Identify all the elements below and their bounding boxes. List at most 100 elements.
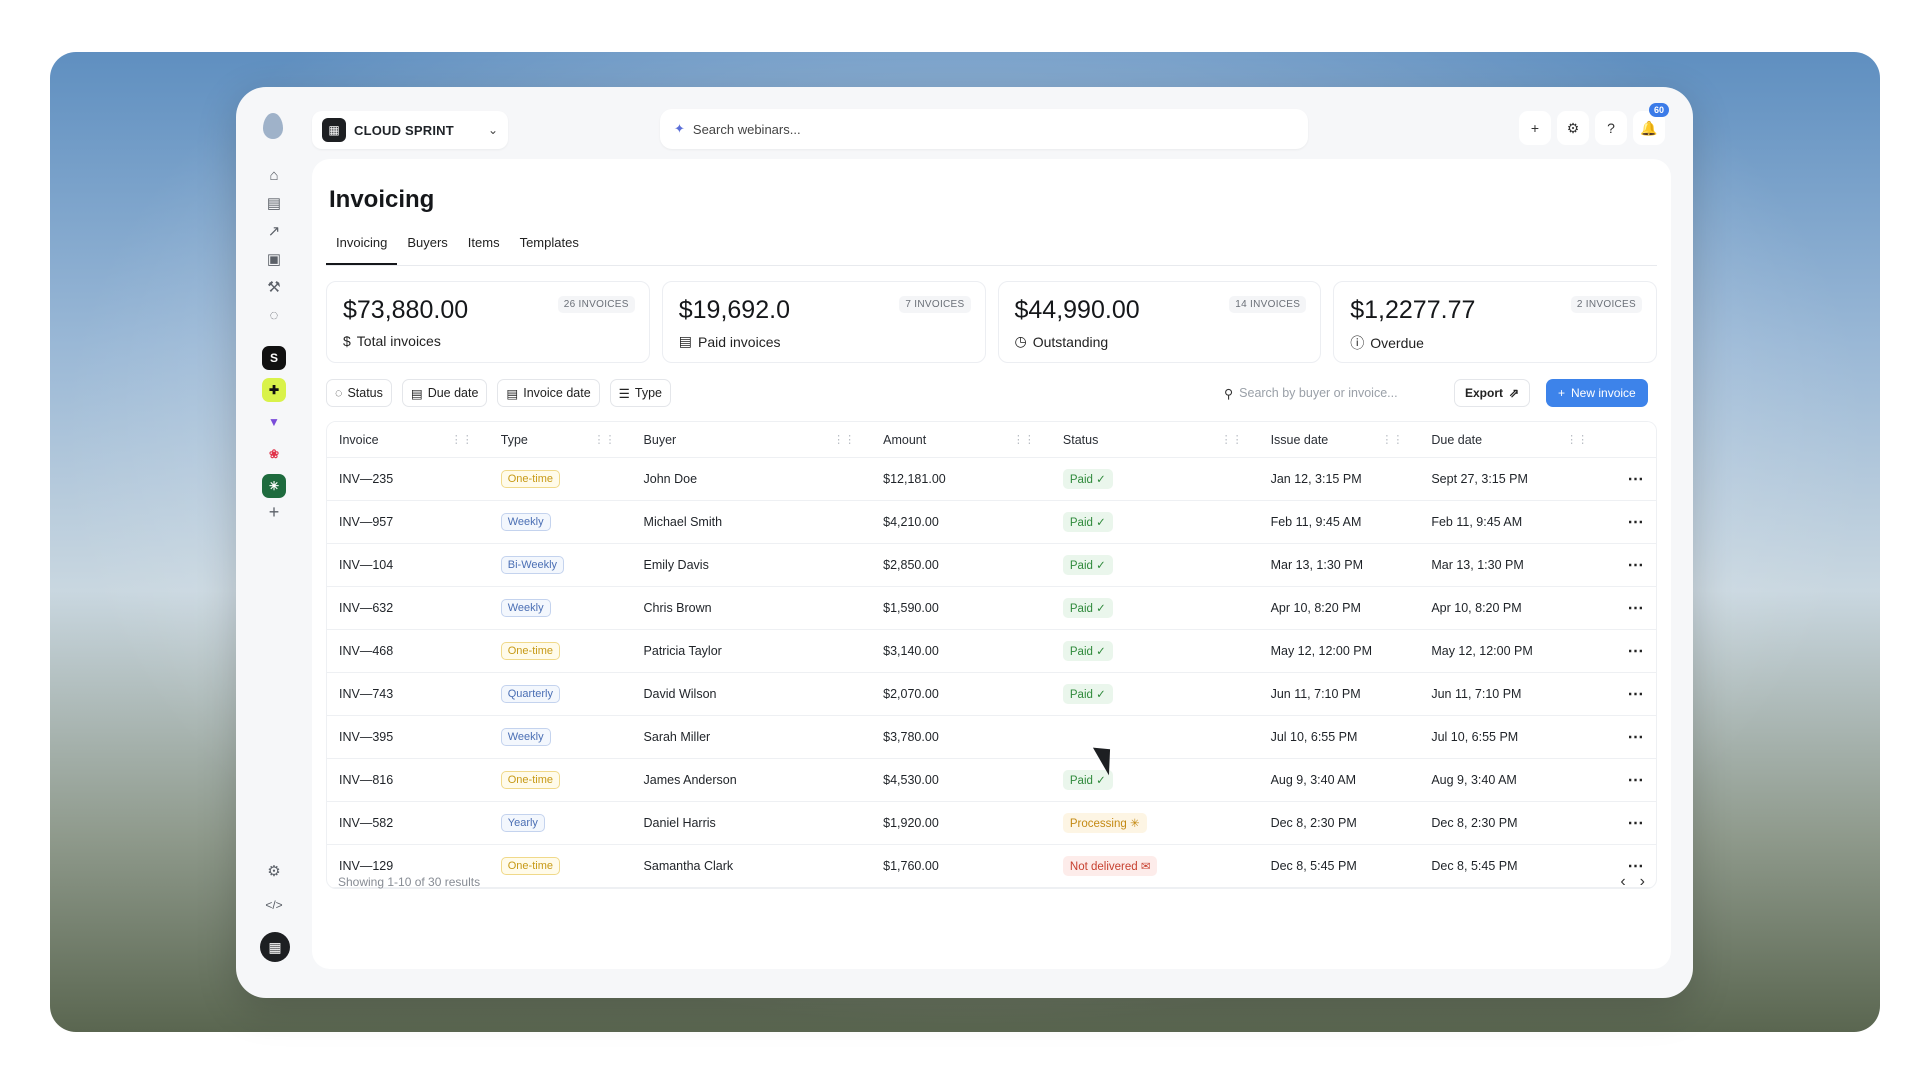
invoice-id: INV—235 — [339, 472, 394, 486]
stat-count: 26 INVOICES — [557, 296, 635, 313]
tab-items[interactable]: Items — [458, 229, 510, 265]
tab-templates[interactable]: Templates — [510, 229, 589, 265]
table-search-placeholder: Search by buyer or invoice... — [1239, 386, 1398, 400]
type-cell: Weekly — [489, 728, 632, 746]
table-row[interactable]: INV—632 Weekly Chris Brown $1,590.00 Pai… — [327, 587, 1656, 630]
home-icon[interactable]: ⌂ — [260, 161, 288, 189]
app-flower-icon[interactable]: ❀ — [262, 442, 286, 466]
arrow-up-right-icon[interactable]: ↗ — [260, 217, 288, 245]
table-row[interactable]: INV—395 Weekly Sarah Miller $3,780.00 Ju… — [327, 716, 1656, 759]
stat-card-paid[interactable]: $19,692.0 ▤ Paid invoices 7 INVOICES — [661, 281, 986, 363]
drag-handle-icon[interactable]: ⋮⋮ — [1566, 433, 1588, 446]
table-row[interactable]: INV—582 Yearly Daniel Harris $1,920.00 P… — [327, 802, 1656, 845]
column-header-issue-date[interactable]: Issue date ⋮⋮ — [1259, 433, 1420, 447]
workspace-selector[interactable]: ▦ CLOUD SPRINT ⌄ — [312, 111, 508, 149]
documents-icon[interactable]: ▤ — [260, 189, 288, 217]
table-row[interactable]: INV—235 One-time John Doe $12,181.00 Pai… — [327, 458, 1656, 501]
drag-handle-icon[interactable]: ⋮⋮ — [833, 433, 855, 446]
external-link-icon: ⇗ — [1509, 386, 1520, 400]
buyer-name: Patricia Taylor — [643, 644, 722, 658]
stat-label: Paid invoices — [697, 333, 781, 350]
column-header-invoice[interactable]: Invoice ⋮⋮ — [327, 433, 489, 447]
app-s-icon[interactable]: S — [262, 346, 286, 370]
issue-date: Jul 10, 6:55 PM — [1270, 730, 1358, 744]
previous-page-icon[interactable]: ‹ — [1620, 873, 1625, 891]
column-header-buyer[interactable]: Buyer ⋮⋮ — [632, 433, 872, 447]
add-button[interactable]: + — [1519, 111, 1551, 145]
row-menu-button[interactable]: ⋯ — [1604, 555, 1656, 575]
row-menu-button[interactable]: ⋯ — [1604, 641, 1656, 661]
invoice-id: INV—582 — [339, 816, 394, 830]
alert-icon: ⓘ — [1350, 335, 1365, 351]
sparkle-icon: ✦ — [674, 121, 685, 136]
tab-invoicing[interactable]: Invoicing — [326, 229, 398, 265]
column-header-status[interactable]: Status ⋮⋮ — [1051, 433, 1259, 447]
drag-handle-icon[interactable]: ⋮⋮ — [594, 433, 616, 446]
row-menu-button[interactable]: ⋯ — [1604, 813, 1656, 833]
loader-icon[interactable]: ◌ — [260, 301, 288, 329]
table-row[interactable]: INV—468 One-time Patricia Taylor $3,140.… — [327, 630, 1656, 673]
issue-date: Jan 12, 3:15 PM — [1270, 472, 1362, 486]
table-row[interactable]: INV—957 Weekly Michael Smith $4,210.00 P… — [327, 501, 1656, 544]
type-cell: One-time — [489, 771, 632, 789]
next-page-icon[interactable]: › — [1640, 873, 1645, 891]
app-plus-icon[interactable]: ✚ — [262, 378, 286, 402]
add-app-icon[interactable]: + — [260, 498, 288, 526]
amount: $2,070.00 — [883, 687, 939, 701]
receipt-icon: ▤ — [678, 333, 692, 349]
app-asterisk-icon[interactable]: ✳ — [262, 474, 286, 498]
column-header-amount[interactable]: Amount ⋮⋮ — [871, 433, 1051, 447]
app-funnel-icon[interactable]: ▼ — [262, 410, 286, 434]
tools-icon[interactable]: ⚒ — [260, 273, 288, 301]
settings-button[interactable]: ⚙ — [1557, 111, 1589, 145]
new-invoice-button[interactable]: + New invoice — [1546, 379, 1648, 407]
column-header-type[interactable]: Type ⋮⋮ — [489, 433, 632, 447]
issue-date: Jun 11, 7:10 PM — [1270, 687, 1361, 701]
wallet-icon[interactable]: ▣ — [260, 245, 288, 273]
drag-handle-icon[interactable]: ⋮⋮ — [1381, 433, 1403, 446]
notifications-button[interactable]: 🔔 60 — [1633, 103, 1669, 145]
filter-status-button[interactable]: ◌ Status — [326, 379, 392, 407]
tab-buyers[interactable]: Buyers — [397, 229, 457, 265]
filter-label: Invoice date — [523, 386, 591, 400]
table-row[interactable]: INV—743 Quarterly David Wilson $2,070.00… — [327, 673, 1656, 716]
row-menu-button[interactable]: ⋯ — [1604, 469, 1656, 489]
global-search[interactable]: ✦ Search webinars... — [660, 109, 1308, 149]
help-button[interactable]: ? — [1595, 111, 1627, 145]
drag-handle-icon[interactable]: ⋮⋮ — [1221, 433, 1243, 446]
gear-icon[interactable]: ⚙ — [260, 857, 288, 885]
column-header-due-date[interactable]: Due date ⋮⋮ — [1419, 433, 1604, 447]
more-icon: ⋯ — [1627, 471, 1645, 488]
table-row[interactable]: INV—816 One-time James Anderson $4,530.0… — [327, 759, 1656, 802]
more-icon: ⋯ — [1627, 557, 1645, 574]
status-badge: Paid ✓ — [1062, 684, 1113, 704]
row-menu-button[interactable]: ⋯ — [1604, 512, 1656, 532]
buyer-name: Emily Davis — [643, 558, 709, 572]
filter-type-button[interactable]: ☰ Type — [609, 379, 671, 407]
table-search-input[interactable]: ⚲ Search by buyer or invoice... — [1216, 379, 1444, 407]
stat-card-total[interactable]: $73,880.00 $ Total invoices 26 INVOICES — [326, 281, 650, 363]
drag-handle-icon[interactable]: ⋮⋮ — [451, 433, 473, 446]
drag-handle-icon[interactable]: ⋮⋮ — [1013, 433, 1035, 446]
avatar[interactable]: ▦ — [260, 932, 290, 962]
table-row[interactable]: INV—104 Bi-Weekly Emily Davis $2,850.00 … — [327, 544, 1656, 587]
top-actions: + ⚙ ? 🔔 60 — [1519, 103, 1669, 145]
filter-label: Type — [634, 386, 662, 400]
row-menu-button[interactable]: ⋯ — [1604, 727, 1656, 747]
clock-icon: ◷ — [1014, 333, 1027, 349]
type-cell: Weekly — [489, 513, 632, 531]
status-badge — [1063, 734, 1077, 740]
stat-card-overdue[interactable]: $1,2277.77 ⓘ Overdue 2 INVOICES — [1333, 281, 1657, 363]
stat-card-outstanding[interactable]: $44,990.00 ◷ Outstanding 14 INVOICES — [997, 281, 1322, 363]
plus-icon: + — [1530, 120, 1540, 136]
export-button[interactable]: Export ⇗ — [1454, 379, 1531, 407]
row-menu-button[interactable]: ⋯ — [1604, 684, 1656, 704]
bell-icon: 🔔 — [1640, 119, 1658, 136]
export-label: Export — [1465, 386, 1504, 400]
row-menu-button[interactable]: ⋯ — [1604, 770, 1656, 790]
code-icon[interactable]: </> — [260, 891, 288, 919]
row-menu-button[interactable]: ⋯ — [1604, 598, 1656, 618]
filter-invoice-date-button[interactable]: ▤ Invoice date — [497, 379, 600, 407]
filter-due-date-button[interactable]: ▤ Due date — [401, 379, 488, 407]
type-badge: One-time — [500, 771, 560, 789]
